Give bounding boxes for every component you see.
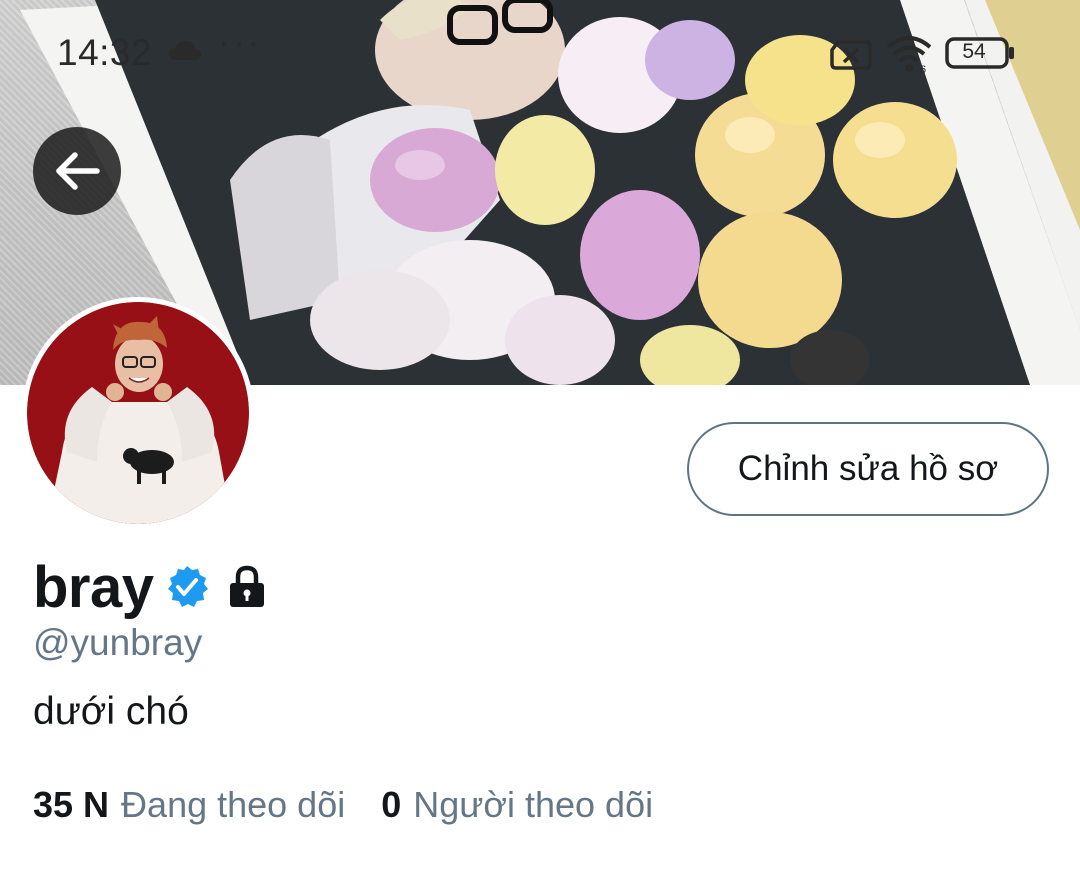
following-label: Đang theo dõi (121, 784, 346, 825)
status-time: 14:32 (57, 32, 153, 73)
battery-level: 54 (962, 40, 986, 63)
svg-text:6: 6 (920, 64, 926, 75)
edit-profile-button[interactable]: Chỉnh sửa hồ sơ (687, 422, 1049, 516)
profile-screen: 14:32 ··· 6 54 Chỉnh sửa hồ sơ bray @yun… (0, 0, 1080, 878)
following-link[interactable]: 35 N Đang theo dõi (33, 784, 345, 826)
followers-label: Người theo dõi (413, 784, 654, 825)
no-sim-icon (830, 40, 872, 75)
following-count: 35 N (33, 784, 110, 825)
back-button[interactable] (33, 127, 121, 215)
status-more-dots: ··· (218, 22, 262, 64)
profile-bio: dưới chó (33, 690, 189, 733)
profile-stats: 35 N Đang theo dõi 0 Người theo dõi (33, 784, 653, 826)
status-bar: 14:32 ··· 6 54 (0, 0, 1080, 110)
profile-name-row: bray (33, 552, 270, 622)
cloud-icon (168, 40, 202, 67)
wifi-icon: 6 (886, 35, 932, 80)
followers-count: 0 (381, 784, 402, 825)
display-name: bray (33, 554, 154, 620)
avatar[interactable] (27, 302, 249, 524)
lock-icon (224, 564, 270, 610)
verified-badge-icon (164, 564, 210, 610)
arrow-left-icon (53, 151, 101, 191)
profile-handle: @yunbray (33, 622, 203, 663)
followers-link[interactable]: 0 Người theo dõi (381, 784, 653, 826)
